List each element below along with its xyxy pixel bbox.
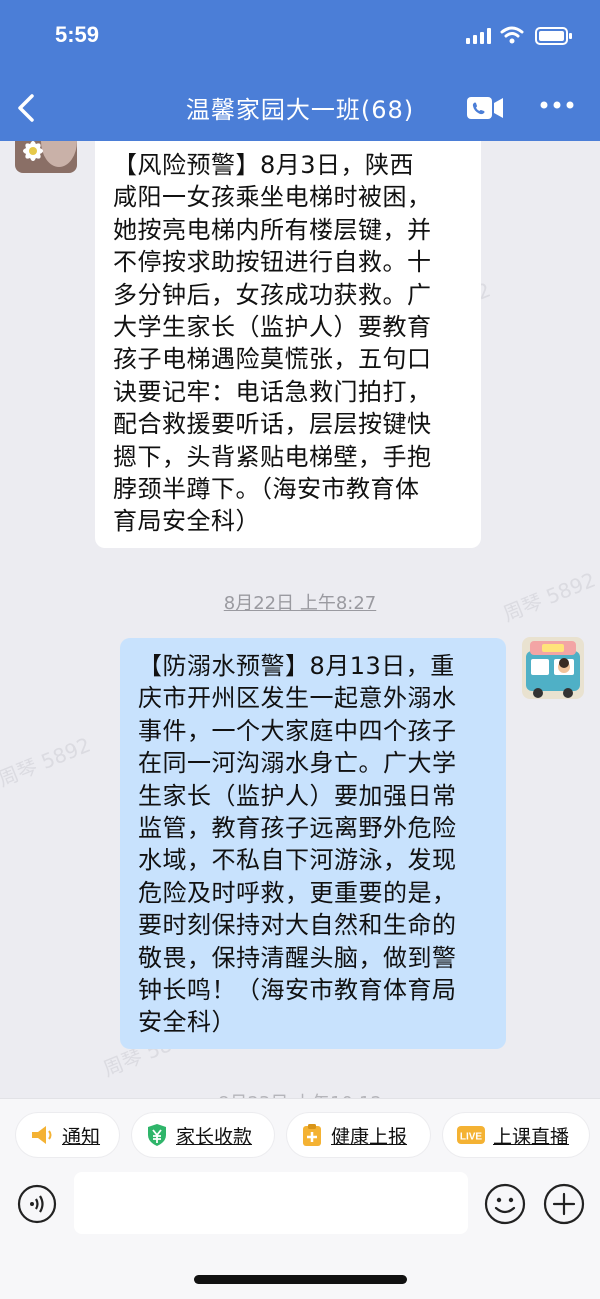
- chat-title: 温馨家园大一班(68): [185, 96, 415, 124]
- my-avatar[interactable]: [522, 637, 584, 699]
- status-time: 5:59: [55, 22, 100, 47]
- message-bubble-incoming[interactable]: 【风险预警】8月3日，陕西 咸阳一女孩乘坐电梯时被困， 她按亮电梯内所有楼层键，…: [95, 141, 481, 548]
- wifi-icon: [500, 26, 524, 44]
- video-call-button[interactable]: [466, 96, 504, 120]
- live-class-button[interactable]: LIVE 上课直播: [443, 1113, 589, 1157]
- megaphone-icon: [32, 1126, 52, 1144]
- notice-button[interactable]: 通知: [16, 1113, 119, 1157]
- live-class-label: 上课直播: [493, 1125, 570, 1148]
- message-timestamp: 8月22日 上午8:27: [223, 593, 377, 614]
- home-indicator: [194, 1275, 407, 1284]
- more-actions-plus-button[interactable]: [543, 1183, 585, 1225]
- flower-avatar-icon: [15, 141, 77, 173]
- health-report-button[interactable]: 健康上报: [287, 1113, 430, 1157]
- message-input[interactable]: [74, 1172, 468, 1234]
- sender-avatar[interactable]: [15, 141, 77, 173]
- notice-label: 通知: [62, 1125, 101, 1148]
- message-bubble-outgoing[interactable]: 【防溺水预警】8月13日，重 庆市开州区发生一起意外溺水 事件，一个大家庭中四个…: [120, 638, 506, 1049]
- quick-actions-bar: 通知 家长收款 健康上报 LIVE 上课直播: [0, 1113, 600, 1159]
- composer-panel: 通知 家长收款 健康上报 LIVE 上课直播: [0, 1098, 600, 1299]
- watermark: 周琴 5892: [0, 732, 94, 792]
- cellular-signal-icon: [466, 28, 491, 44]
- live-icon: LIVE: [457, 1126, 485, 1144]
- chat-header: 5:59 温馨家园大一班(68): [0, 0, 600, 141]
- message-timestamp: 8月23日 上午10:12: [0, 1089, 600, 1098]
- parent-payment-label: 家长收款: [176, 1125, 253, 1148]
- more-options-button[interactable]: [540, 100, 574, 110]
- message-list[interactable]: 周琴 5892 周琴 5892 周琴 5892 周琴 5892 【风险预警】8月…: [0, 141, 600, 1098]
- yuan-shield-icon: [148, 1124, 166, 1146]
- battery-icon: [535, 27, 572, 45]
- voice-input-button[interactable]: [17, 1184, 57, 1224]
- clipboard-plus-icon: [303, 1124, 321, 1146]
- cartoon-bus-avatar-icon: [522, 637, 584, 699]
- parent-payment-button[interactable]: 家长收款: [132, 1113, 274, 1157]
- health-report-label: 健康上报: [331, 1125, 408, 1148]
- svg-text:LIVE: LIVE: [460, 1132, 483, 1143]
- emoji-button[interactable]: [484, 1183, 526, 1225]
